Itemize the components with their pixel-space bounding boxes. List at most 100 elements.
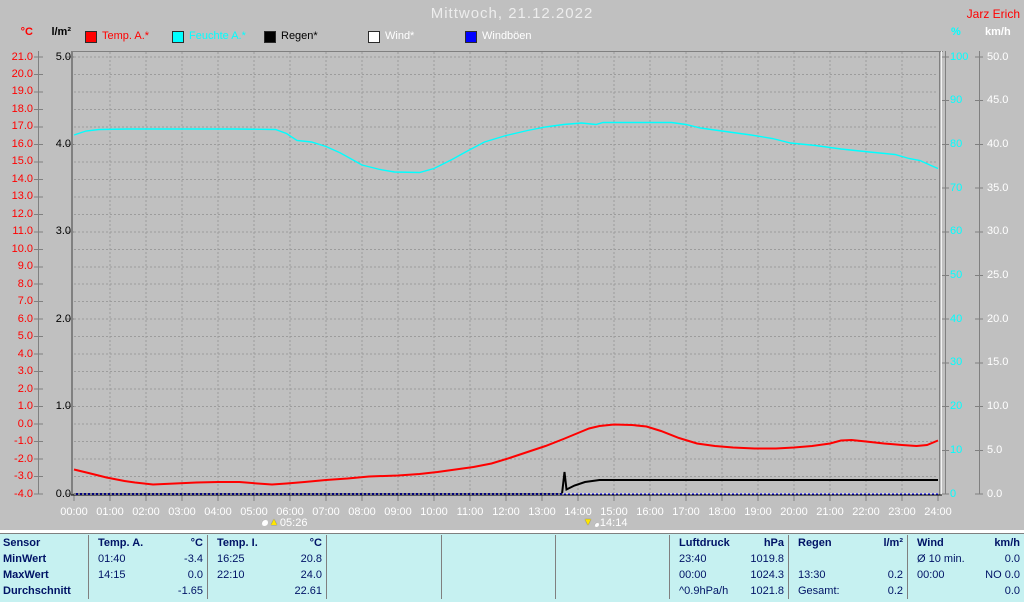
stat-avg-cell: Gesamt: 0.2 <box>788 583 907 599</box>
stat-column-header <box>326 535 441 551</box>
wind-axis-tick: 5.0 <box>987 444 1003 456</box>
temp-axis-tick: 1.0 <box>17 400 33 412</box>
humidity-axis-tick: 50 <box>950 269 963 281</box>
stat-max-cell: 22:10 24.0 <box>207 567 326 583</box>
time-axis-label: 16:00 <box>636 506 664 518</box>
temp-axis-tick: 11.0 <box>12 225 33 237</box>
stat-max-cell: 13:30 0.2 <box>788 567 907 583</box>
time-axis-label: 20:00 <box>780 506 808 518</box>
time-axis-label: 21:00 <box>816 506 844 518</box>
rain-axis-tick: 3.0 <box>55 225 71 237</box>
rain-axis-tick: 1.0 <box>55 400 71 412</box>
stat-column-header: Wind km/h <box>907 535 1024 551</box>
humidity-axis-tick: 100 <box>950 51 969 63</box>
stat-min-cell <box>555 551 669 567</box>
temp-axis-tick: 7.0 <box>17 295 33 307</box>
time-axis-label: 19:00 <box>744 506 772 518</box>
temp-axis-tick: 3.0 <box>17 365 33 377</box>
time-axis-label: 10:00 <box>420 506 448 518</box>
rain-axis-tick: 0.0 <box>55 488 71 500</box>
humidity-axis-tick: 40 <box>950 313 963 325</box>
stat-max-cell: 14:15 0.0 <box>88 567 207 583</box>
stat-column-header: Luftdruck hPa <box>669 535 788 551</box>
stat-column-header <box>555 535 669 551</box>
moonrise-time: 05:26 <box>279 517 308 529</box>
temp-axis-tick: 17.0 <box>11 120 33 132</box>
time-axis-label: 01:00 <box>96 506 124 518</box>
stat-row-label: Durchschnitt <box>3 585 71 597</box>
stat-min-cell: 01:40 -3.4 <box>88 551 207 567</box>
temp-axis-tick: 21.0 <box>11 51 33 63</box>
humidity-axis-tick: 30 <box>950 356 963 368</box>
stat-avg-cell: ^0.9hPa/h 1021.8 <box>669 583 788 599</box>
moonrise-marker: 05:26 <box>261 516 307 530</box>
stat-avg-cell <box>326 583 441 599</box>
humidity-axis-tick: 0 <box>950 488 957 500</box>
temp-axis-tick: 9.0 <box>17 260 33 272</box>
stat-column-header: Regen l/m² <box>788 535 907 551</box>
moon-icon <box>261 519 268 526</box>
temp-axis-tick: 0.0 <box>17 418 33 430</box>
time-axis-label: 11:00 <box>456 506 484 518</box>
stat-row-label: Sensor <box>3 537 41 549</box>
temp-axis-tick: 14.0 <box>11 173 33 185</box>
plot-area[interactable] <box>74 57 938 494</box>
stat-min-cell <box>441 551 555 567</box>
temp-axis-tick: 13.0 <box>11 190 33 202</box>
time-axis-label: 03:00 <box>168 506 196 518</box>
wind-axis-tick: 30.0 <box>987 225 1009 237</box>
temp-axis-tick: 2.0 <box>17 383 33 395</box>
wind-axis-tick: 25.0 <box>987 269 1009 281</box>
time-axis-label: 12:00 <box>492 506 520 518</box>
time-axis-label: 09:00 <box>384 506 412 518</box>
stat-max-cell <box>326 567 441 583</box>
time-axis-label: 04:00 <box>204 506 232 518</box>
rain-axis-tick: 2.0 <box>55 313 71 325</box>
temp-axis-tick: 4.0 <box>17 348 33 360</box>
stat-min-cell: Ø 10 min. 0.0 <box>907 551 1024 567</box>
time-axis-label: 22:00 <box>852 506 880 518</box>
humidity-axis-tick: 60 <box>950 225 963 237</box>
stat-min-cell: 23:40 1019.8 <box>669 551 788 567</box>
time-axis-label: 02:00 <box>132 506 160 518</box>
wind-axis-tick: 20.0 <box>987 313 1009 325</box>
temp-axis-tick: 10.0 <box>11 243 33 255</box>
stat-max-cell: 00:00 1024.3 <box>669 567 788 583</box>
stat-min-cell: 16:25 20.8 <box>207 551 326 567</box>
wind-axis-tick: 50.0 <box>987 51 1009 63</box>
time-axis-label: 13:00 <box>528 506 556 518</box>
stat-column-header: Temp. I. °C <box>207 535 326 551</box>
stat-max-cell: 00:00 NO 0.0 <box>907 567 1024 583</box>
rain-axis-tick: 5.0 <box>55 51 71 63</box>
stat-max-cell <box>555 567 669 583</box>
temp-axis-tick: 16.0 <box>11 138 33 150</box>
wind-axis-tick: 40.0 <box>987 138 1009 150</box>
temp-axis-tick: -1.0 <box>14 435 33 447</box>
time-axis-label: 07:00 <box>312 506 340 518</box>
stat-avg-cell: -1.65 <box>88 583 207 599</box>
temp-axis-tick: 6.0 <box>17 313 33 325</box>
moon-icon <box>593 522 599 527</box>
stat-column-header <box>441 535 555 551</box>
wind-axis-tick: 35.0 <box>987 182 1009 194</box>
temp-axis-tick: 8.0 <box>17 278 33 290</box>
rise-arrow-icon <box>269 516 279 529</box>
humidity-axis-tick: 20 <box>950 400 963 412</box>
stat-row-label: MinWert <box>3 553 47 565</box>
humidity-axis-tick: 80 <box>950 138 963 150</box>
temp-axis-tick: 15.0 <box>11 155 33 167</box>
stat-min-cell <box>788 551 907 567</box>
temp-axis-tick: -2.0 <box>14 453 33 465</box>
wind-axis-tick: 0.0 <box>987 488 1003 500</box>
time-axis-label: 23:00 <box>888 506 916 518</box>
rain-axis-tick: 4.0 <box>55 138 71 150</box>
weather-day-chart-window: Mittwoch, 21.12.2022 Jarz Erich °C l/m² … <box>0 0 1024 602</box>
time-axis-label: 00:00 <box>60 506 88 518</box>
humidity-axis-tick: 90 <box>950 94 963 106</box>
stats-table: Sensor Temp. A. °C Temp. I. °C Luftdruck hPa Re… <box>0 533 1024 602</box>
humidity-axis-tick: 10 <box>950 444 963 456</box>
stat-min-cell <box>326 551 441 567</box>
stat-row-label: MaxWert <box>3 569 49 581</box>
temp-axis-tick: 5.0 <box>17 330 33 342</box>
moonset-time: 14:14 <box>599 517 628 529</box>
